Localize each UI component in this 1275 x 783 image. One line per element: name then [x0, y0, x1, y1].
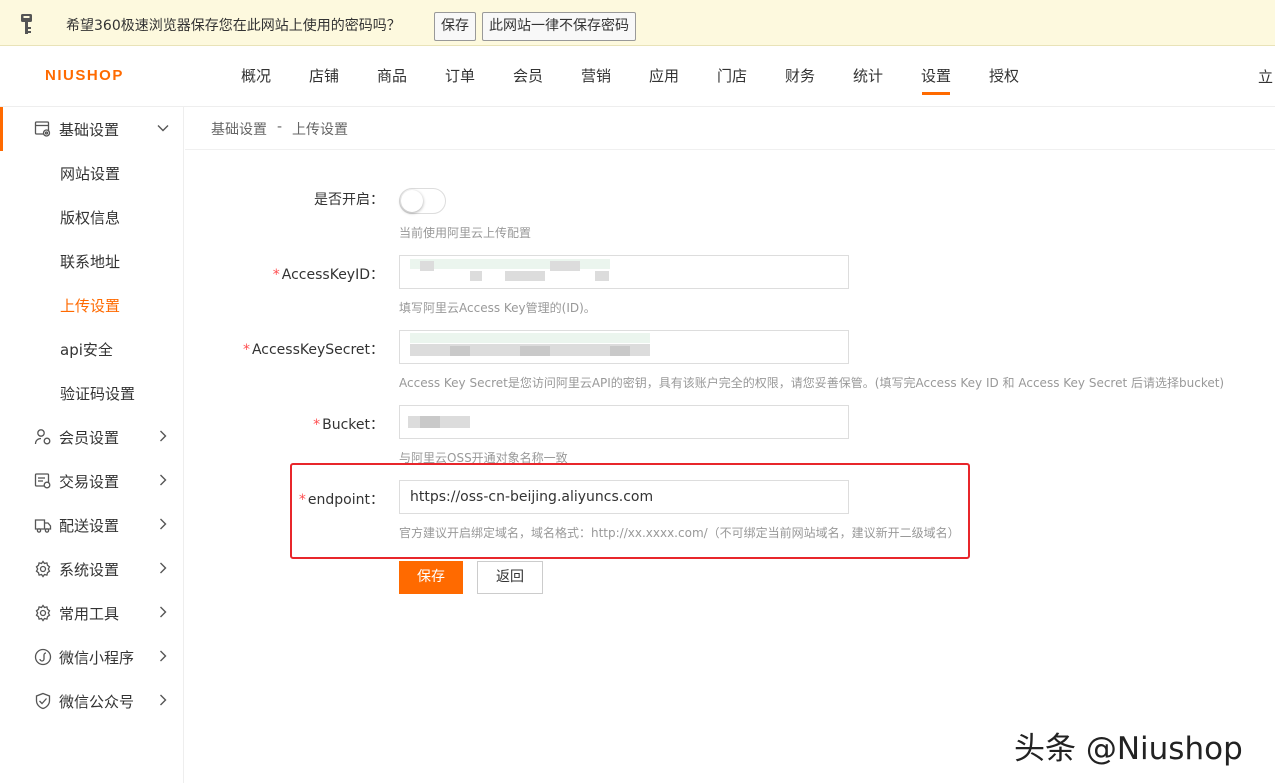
required-mark: * — [242, 342, 250, 358]
sidebar-group-mini-program[interactable]: 微信小程序 — [0, 635, 183, 679]
nav-marketing[interactable]: 营销 — [562, 47, 630, 107]
sidebar-group-member-settings[interactable]: 会员设置 — [0, 415, 183, 459]
field-label-text: endpoint： — [307, 492, 384, 508]
sidebar-item-captcha-settings[interactable]: 验证码设置 — [0, 371, 183, 415]
niushop-logo[interactable]: NIUSHOP — [45, 67, 124, 84]
breadcrumb-current: 上传设置 — [292, 122, 348, 138]
field-label-text: AccessKeyID： — [281, 267, 384, 283]
nav-orders[interactable]: 订单 — [426, 47, 494, 107]
required-mark: * — [272, 267, 280, 283]
nav-overview[interactable]: 概况 — [222, 47, 290, 107]
sidebar-item-website-settings[interactable]: 网站设置 — [0, 151, 183, 195]
bucket-input[interactable] — [399, 405, 849, 439]
access-key-id-input[interactable] — [399, 255, 849, 289]
sidebar-item-label: 网站设置 — [60, 165, 121, 183]
save-button[interactable]: 保存 — [399, 561, 463, 594]
breadcrumb: 基础设置 - 上传设置 — [185, 107, 1275, 150]
top-header: NIUSHOP 概况 店铺 商品 订单 会员 营销 应用 门店 财务 统计 设置… — [0, 47, 1275, 107]
shield-check-icon — [35, 692, 51, 710]
sidebar: 基础设置 网站设置 版权信息 联系地址 上传设置 api安全 验证码设置 会员设… — [0, 107, 184, 783]
sidebar-group-wechat-official[interactable]: 微信公众号 — [0, 679, 183, 723]
access-key-id-hint: 填写阿里云Access Key管理的(ID)。 — [399, 301, 596, 315]
key-icon — [21, 14, 32, 34]
sidebar-group-label: 交易设置 — [59, 473, 120, 491]
nav-store[interactable]: 店铺 — [290, 47, 358, 107]
nav-settings[interactable]: 设置 — [902, 47, 970, 107]
sidebar-group-label: 微信小程序 — [59, 649, 135, 667]
chevron-right-icon — [160, 474, 167, 486]
chevron-right-icon — [160, 562, 167, 574]
chevron-down-icon — [157, 125, 169, 132]
truck-icon — [34, 519, 52, 533]
password-bar-message: 希望360极速浏览器保存您在此网站上使用的密码吗？ — [66, 18, 401, 34]
sidebar-item-label: 版权信息 — [60, 209, 121, 227]
sidebar-item-label: api安全 — [60, 341, 113, 359]
sidebar-item-label: 验证码设置 — [60, 385, 136, 403]
nav-authorization[interactable]: 授权 — [970, 47, 1038, 107]
field-label-text: AccessKeySecret： — [251, 342, 384, 358]
sidebar-group-label: 系统设置 — [59, 561, 120, 579]
sidebar-group-label: 会员设置 — [59, 429, 120, 447]
breadcrumb-parent[interactable]: 基础设置 — [211, 119, 267, 139]
chevron-right-icon — [160, 650, 167, 662]
breadcrumb-separator: - — [277, 119, 283, 135]
access-key-secret-input[interactable] — [399, 330, 849, 364]
sidebar-group-trade-settings[interactable]: 交易设置 — [0, 459, 183, 503]
chevron-right-icon — [160, 430, 167, 442]
nav-statistics[interactable]: 统计 — [834, 47, 902, 107]
watermark: 头条 @Niushop — [1014, 731, 1243, 767]
sidebar-item-contact-address[interactable]: 联系地址 — [0, 239, 183, 283]
nav-goods[interactable]: 商品 — [358, 47, 426, 107]
bucket-label: * Bucket： — [184, 414, 384, 434]
tool-gear-icon — [35, 604, 51, 622]
back-button[interactable]: 返回 — [477, 561, 543, 594]
header-right-truncated[interactable]: 立 — [1258, 66, 1273, 87]
sidebar-group-label: 微信公众号 — [59, 693, 135, 711]
gear-icon — [35, 560, 51, 578]
endpoint-hint: 官方建议开启绑定域名，域名格式：http://xx.xxxx.com/（不可绑定… — [399, 526, 960, 540]
enable-label: 是否开启： — [314, 192, 384, 208]
access-key-secret-label: * AccessKeySecret： — [184, 339, 384, 359]
sidebar-item-api-security[interactable]: api安全 — [0, 327, 183, 371]
endpoint-input[interactable]: https://oss-cn-beijing.aliyuncs.com — [399, 480, 849, 514]
sidebar-group-basic-settings[interactable]: 基础设置 — [0, 107, 183, 151]
sidebar-group-system-settings[interactable]: 系统设置 — [0, 547, 183, 591]
sidebar-item-upload-settings[interactable]: 上传设置 — [0, 283, 183, 327]
nav-members[interactable]: 会员 — [494, 47, 562, 107]
sidebar-item-label: 上传设置 — [60, 297, 121, 315]
endpoint-label: * endpoint： — [184, 489, 384, 509]
required-mark: * — [298, 492, 306, 508]
nav-shops[interactable]: 门店 — [698, 47, 766, 107]
access-key-secret-hint: Access Key Secret是您访问阿里云API的密钥，具有该账户完全的权… — [399, 376, 1225, 390]
main-nav: 概况 店铺 商品 订单 会员 营销 应用 门店 财务 统计 设置 授权 — [222, 47, 1038, 107]
password-save-bar: 希望360极速浏览器保存您在此网站上使用的密码吗？ 保存 此网站一律不保存密码 — [0, 0, 1275, 46]
sidebar-item-label: 联系地址 — [60, 253, 121, 271]
mini-program-icon — [34, 648, 52, 666]
sidebar-group-label: 常用工具 — [59, 605, 120, 623]
enable-hint: 当前使用阿里云上传配置 — [399, 226, 532, 240]
settings-doc-icon — [34, 121, 51, 137]
save-password-button[interactable]: 保存 — [434, 12, 476, 41]
trade-icon — [34, 473, 51, 489]
enable-toggle[interactable] — [399, 188, 446, 214]
chevron-right-icon — [160, 606, 167, 618]
sidebar-item-copyright[interactable]: 版权信息 — [0, 195, 183, 239]
never-save-password-button[interactable]: 此网站一律不保存密码 — [482, 12, 636, 41]
sidebar-group-delivery-settings[interactable]: 配送设置 — [0, 503, 183, 547]
sidebar-group-label: 基础设置 — [59, 121, 120, 139]
required-mark: * — [313, 417, 321, 433]
chevron-right-icon — [160, 518, 167, 530]
sidebar-group-label: 配送设置 — [59, 517, 120, 535]
access-key-id-label: * AccessKeyID： — [184, 264, 384, 284]
nav-finance[interactable]: 财务 — [766, 47, 834, 107]
nav-apps[interactable]: 应用 — [630, 47, 698, 107]
user-gear-icon — [34, 429, 51, 445]
chevron-right-icon — [160, 694, 167, 706]
field-label-text: Bucket： — [322, 417, 384, 433]
sidebar-group-common-tools[interactable]: 常用工具 — [0, 591, 183, 635]
